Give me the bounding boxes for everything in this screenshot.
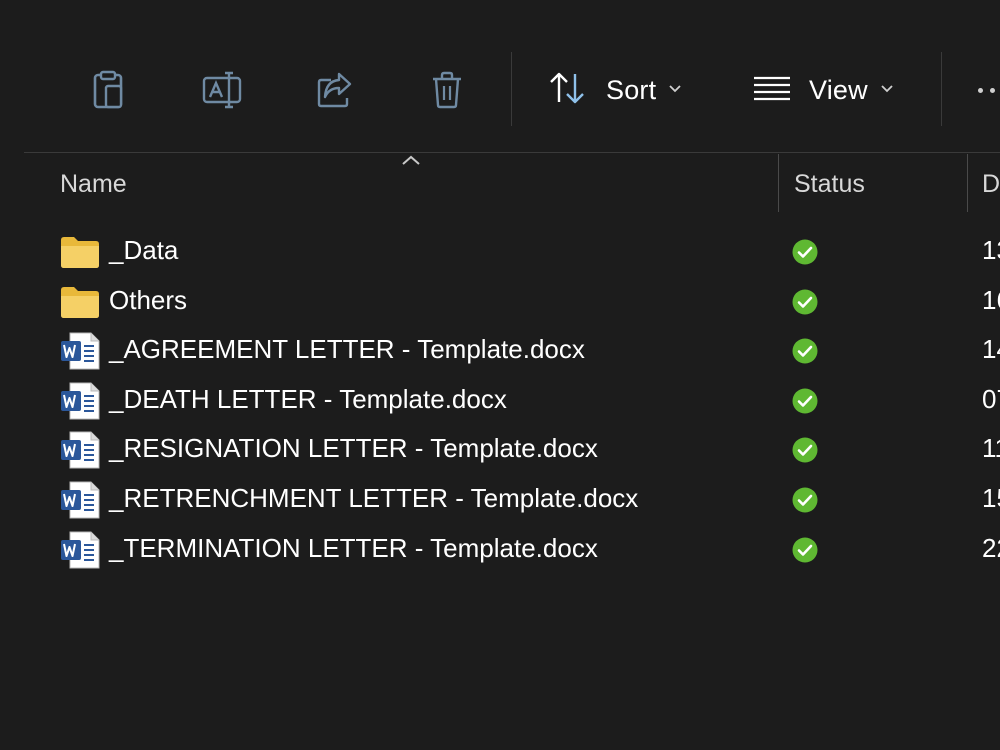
date-modified: 11	[982, 433, 1000, 464]
date-modified: 16	[982, 284, 1000, 315]
toolbar-separator	[511, 52, 512, 126]
folder-icon	[60, 235, 100, 273]
column-divider[interactable]	[778, 154, 779, 212]
sort-ascending-icon	[400, 153, 422, 171]
sync-status-ok-icon	[792, 388, 818, 414]
chevron-down-icon	[880, 81, 894, 99]
file-row[interactable]: _AGREEMENT LETTER - Template.docx 14	[0, 326, 1000, 376]
word-document-icon	[60, 382, 100, 420]
file-row[interactable]: Others 16	[0, 277, 1000, 327]
more-options-button[interactable]	[978, 64, 1000, 116]
chevron-down-icon	[668, 81, 682, 99]
file-name: Others	[109, 284, 188, 315]
share-icon	[315, 70, 355, 110]
file-row[interactable]: _RETRENCHMENT LETTER - Template.docx 15	[0, 475, 1000, 525]
more-icon	[978, 87, 983, 93]
sync-status-ok-icon	[792, 289, 818, 315]
rename-button[interactable]	[196, 64, 248, 116]
file-name: _AGREEMENT LETTER - Template.docx	[109, 334, 585, 365]
column-divider[interactable]	[967, 154, 968, 212]
delete-button[interactable]	[421, 64, 473, 116]
view-icon	[753, 75, 791, 106]
sync-status-ok-icon	[792, 338, 818, 364]
trash-icon	[429, 70, 465, 110]
date-modified: 14	[982, 334, 1000, 365]
more-icon	[990, 87, 995, 93]
file-row[interactable]: _Data 13	[0, 227, 1000, 277]
share-button[interactable]	[309, 64, 361, 116]
word-document-icon	[60, 481, 100, 519]
sync-status-ok-icon	[792, 239, 818, 265]
folder-icon	[60, 285, 100, 323]
rename-icon	[201, 70, 243, 110]
word-document-icon	[60, 431, 100, 469]
sort-button[interactable]: Sort	[548, 64, 682, 116]
file-row[interactable]: _RESIGNATION LETTER - Template.docx 11	[0, 425, 1000, 475]
word-document-icon	[60, 332, 100, 370]
paste-button[interactable]	[82, 64, 134, 116]
file-row[interactable]: _DEATH LETTER - Template.docx 07	[0, 376, 1000, 426]
date-modified: 15	[982, 482, 1000, 513]
sync-status-ok-icon	[792, 487, 818, 513]
sync-status-ok-icon	[792, 437, 818, 463]
view-label: View	[809, 74, 868, 105]
file-name: _RETRENCHMENT LETTER - Template.docx	[109, 482, 639, 513]
sort-label: Sort	[606, 74, 657, 105]
file-name: _DEATH LETTER - Template.docx	[109, 383, 507, 414]
file-name: _Data	[109, 235, 179, 265]
word-document-icon	[60, 531, 100, 569]
column-header-date[interactable]: D	[982, 170, 1000, 199]
file-name: _TERMINATION LETTER - Template.docx	[109, 532, 598, 563]
file-row[interactable]: _TERMINATION LETTER - Template.docx 22	[0, 525, 1000, 575]
date-modified: 07	[982, 383, 1000, 414]
column-header-name[interactable]: Name	[60, 170, 127, 199]
clipboard-icon	[89, 70, 127, 110]
column-header-status[interactable]: Status	[794, 170, 865, 199]
sort-icon	[548, 71, 588, 110]
sync-status-ok-icon	[792, 537, 818, 563]
file-list: _Data 13 Others 16 _AGREEMENT LETTER - T…	[0, 227, 1000, 574]
command-bar: Sort View	[0, 0, 1000, 152]
toolbar-separator	[941, 52, 942, 126]
file-name: _RESIGNATION LETTER - Template.docx	[109, 433, 598, 464]
date-modified: 22	[982, 532, 1000, 563]
view-button[interactable]: View	[753, 64, 894, 116]
date-modified: 13	[982, 235, 1000, 265]
